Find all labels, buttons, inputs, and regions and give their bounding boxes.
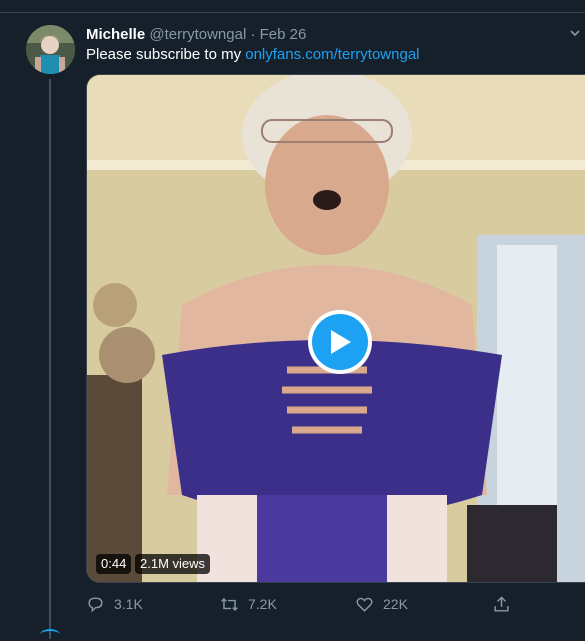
handle[interactable]: @terrytowngal [149,26,246,43]
reply-count: 3.1K [114,596,143,612]
share-button[interactable] [492,591,520,617]
share-icon [494,595,509,612]
separator: · [250,26,256,43]
tweet-text: Please subscribe to my onlyfans.com/terr… [86,46,420,63]
video-duration: 0:44 [96,554,132,574]
display-name[interactable]: Michelle [86,26,145,43]
retweet-icon [221,597,238,611]
retweet-button[interactable]: 7.2K [220,591,277,617]
like-count: 22K [383,596,408,612]
video-views: 2.1M views [135,554,211,574]
like-icon [356,597,373,612]
retweet-count: 7.2K [248,596,277,612]
next-avatar-edge [40,629,60,641]
play-icon [312,314,368,370]
tweet-header: Michelle @terrytowngal · Feb 26 [86,26,306,43]
video-player[interactable]: 0:44 2.1M views [86,74,585,583]
profile-link[interactable]: onlyfans.com/terrytowngal [245,46,419,63]
tweet-actions: 3.1K 7.2K 22K [86,591,526,617]
tweet-body: Please subscribe to my [86,46,246,63]
avatar[interactable] [26,25,75,74]
like-button[interactable]: 22K [355,591,408,617]
tweet-date[interactable]: Feb 26 [260,26,307,43]
thread-line [49,79,51,639]
reply-button[interactable]: 3.1K [86,591,143,617]
play-button[interactable] [308,310,372,374]
reply-icon [88,596,103,613]
caret-down-icon[interactable] [569,27,581,39]
tweet[interactable]: Michelle @terrytowngal · Feb 26 Please s… [0,13,585,639]
